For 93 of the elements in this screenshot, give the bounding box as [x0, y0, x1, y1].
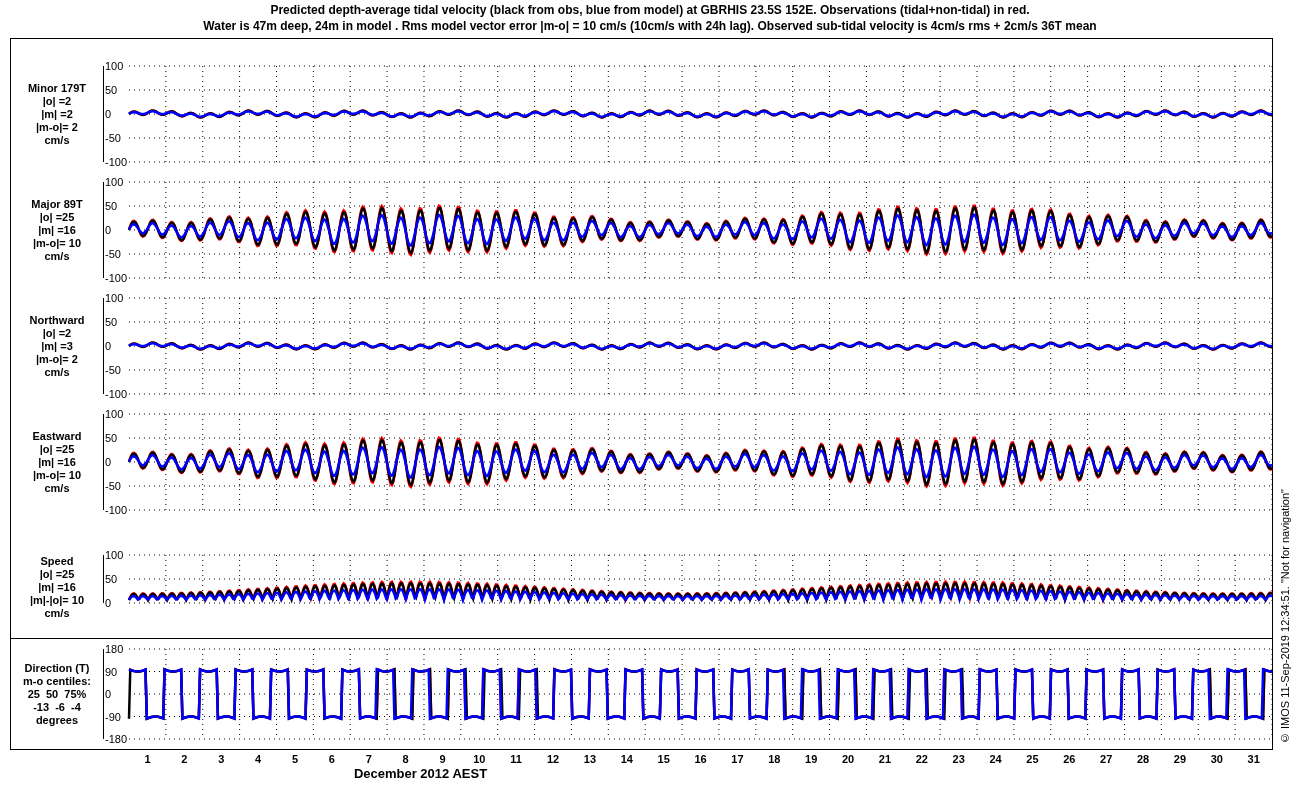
- panel-label: |m| =2: [41, 107, 73, 121]
- x-tick-label: 8: [402, 752, 409, 766]
- panel-label: cm/s: [44, 133, 70, 147]
- panel-label: cm/s: [44, 607, 70, 620]
- x-tick-label: 19: [805, 752, 818, 766]
- panel-label: |o| =25: [39, 568, 75, 581]
- panel-label: m-o centiles:: [23, 674, 91, 688]
- panel-label: Eastward: [32, 429, 82, 443]
- y-tick-label: -90: [105, 711, 121, 722]
- panel-label: |m-o|= 2: [36, 120, 78, 134]
- y-tick-label: 100: [105, 549, 124, 561]
- x-tick-label: 7: [365, 752, 372, 766]
- y-tick-label: -50: [105, 364, 121, 376]
- x-tick-label: 18: [768, 752, 781, 766]
- x-tick-label: 3: [218, 752, 225, 766]
- panel-label: Major 89T: [31, 197, 83, 211]
- y-tick-label: -180: [105, 733, 128, 745]
- x-tick-label: 28: [1136, 752, 1150, 766]
- x-tick-label: 13: [583, 752, 597, 766]
- x-tick-label: 31: [1247, 752, 1260, 766]
- x-tick-label: 1: [144, 752, 151, 766]
- y-tick-label: 180: [105, 643, 124, 655]
- y-tick-label: 0: [105, 224, 112, 236]
- panel-label: degrees: [35, 713, 79, 727]
- panel-label: |m-o|= 2: [36, 352, 78, 366]
- panel-label: |m-o|= 10: [32, 468, 81, 482]
- y-tick-label: 0: [105, 688, 112, 700]
- panel-label: |o| =2: [42, 326, 72, 340]
- y-tick-label: -100: [105, 504, 128, 516]
- y-tick-label: -50: [105, 480, 121, 492]
- panel-label: |o| =25: [39, 442, 75, 456]
- x-tick-label: 16: [694, 752, 707, 766]
- panel-label: |m| =16: [38, 455, 76, 469]
- panel-label: Direction (T): [24, 661, 90, 675]
- y-tick-label: 100: [105, 60, 124, 72]
- x-tick-label: 9: [439, 752, 446, 766]
- panel-label: |m|-|o|= 10: [29, 594, 85, 607]
- panel-label: |m| =16: [38, 223, 76, 237]
- panel-label: Northward: [29, 313, 85, 327]
- y-tick-label: 0: [105, 108, 112, 120]
- y-tick-label: -50: [105, 248, 121, 260]
- x-tick-label: 20: [841, 752, 855, 766]
- x-tick-label: 23: [952, 752, 965, 766]
- chart-title: Water is 47m deep, 24m in model . Rms model vector error |m-o| = 10 cm/s (10cm/s with 24h lag). Observed sub-tidal velocity is 4cm/s rms + 2cm/s 36T mean: [203, 18, 1097, 34]
- y-tick-label: 50: [105, 316, 118, 328]
- panel-label: cm/s: [44, 249, 70, 263]
- x-tick-label: 5: [291, 752, 298, 766]
- panel-label: |m| =3: [41, 339, 73, 353]
- x-tick-label: 17: [731, 752, 744, 766]
- x-axis-label: December 2012 AEST: [353, 766, 488, 781]
- y-tick-label: 50: [105, 573, 118, 585]
- x-tick-label: 15: [657, 752, 670, 766]
- x-tick-label: 4: [255, 752, 262, 766]
- panel-label: cm/s: [44, 481, 70, 495]
- x-tick-label: 29: [1173, 752, 1187, 766]
- y-tick-label: 100: [105, 176, 124, 188]
- x-tick-label: 26: [1063, 752, 1076, 766]
- y-tick-label: 50: [105, 200, 118, 212]
- y-tick-label: 0: [105, 340, 112, 352]
- y-tick-label: 100: [105, 292, 124, 304]
- y-tick-label: 50: [105, 432, 118, 444]
- y-tick-label: 0: [105, 597, 112, 609]
- panel-label: cm/s: [44, 365, 70, 379]
- y-tick-label: -100: [105, 156, 128, 168]
- y-tick-label: 90: [105, 666, 118, 677]
- y-tick-label: 0: [105, 456, 112, 468]
- y-tick-label: 50: [105, 84, 118, 96]
- y-tick-label: -50: [105, 132, 121, 144]
- y-tick-label: 100: [105, 408, 124, 420]
- panel-label: Minor 179T: [27, 81, 87, 95]
- x-tick-label: 30: [1210, 752, 1223, 766]
- x-tick-label: 6: [328, 752, 335, 766]
- x-tick-label: 12: [546, 752, 560, 766]
- x-tick-label: 24: [989, 752, 1002, 766]
- y-tick-label: -100: [105, 388, 128, 400]
- panel-label: 25 50 75%: [27, 687, 87, 701]
- x-tick-label: 2: [181, 752, 188, 766]
- chart-title: Predicted depth-average tidal velocity (black from obs, blue from model) at GBRHIS 23.5S 152E. Observations (tidal+non-tidal) in red.: [270, 2, 1030, 18]
- x-tick-label: 10: [473, 752, 486, 766]
- panel-label: |m-o|= 10: [32, 236, 81, 250]
- panel-label: |m| =16: [38, 581, 76, 594]
- panel-label: Speed: [40, 555, 74, 568]
- x-tick-label: 27: [1100, 752, 1113, 766]
- panel-label: |o| =25: [39, 210, 75, 224]
- x-tick-label: 25: [1026, 752, 1039, 766]
- x-tick-label: 14: [620, 752, 633, 766]
- x-tick-label: 22: [915, 752, 928, 766]
- panel-label: -13 -6 -4: [33, 700, 81, 714]
- x-tick-label: 11: [510, 752, 522, 766]
- panel-label: |o| =2: [42, 94, 72, 108]
- copyright-note: © IMOS 11-Sep-2019 12:34:51. "Not for navigation": [1277, 488, 1292, 744]
- x-tick-label: 21: [878, 752, 892, 766]
- y-tick-label: -100: [105, 272, 128, 284]
